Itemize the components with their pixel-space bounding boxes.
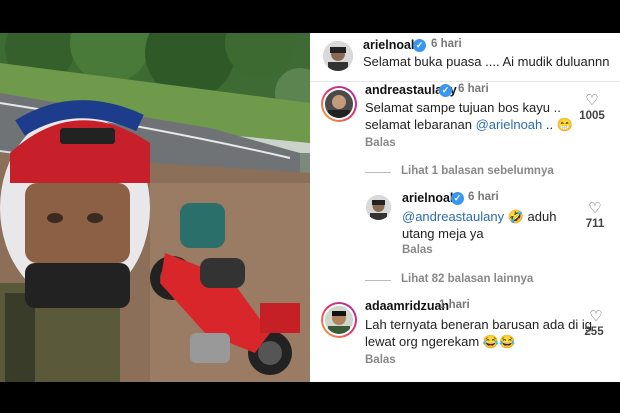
comment-text-line-2: lewat org ngerekam 😂😂 (365, 334, 516, 349)
post-caption: Selamat buka puasa .... Ai mudik duluann… (363, 54, 610, 69)
reply-button[interactable]: Balas (365, 137, 396, 149)
post-author-avatar[interactable] (323, 41, 353, 71)
reply-text: 🤣 aduh (504, 209, 557, 224)
comment-text-line-2: selamat lebaranan @arielnoah .. 😁 (365, 116, 573, 133)
reply-avatar[interactable] (366, 195, 391, 220)
post-author-username[interactable]: arielnoah (363, 38, 419, 52)
comment-avatar[interactable] (325, 306, 353, 334)
replies-line (365, 172, 391, 173)
comment-time: 6 hari (458, 83, 489, 95)
heart-icon[interactable]: ♡ (585, 201, 605, 216)
comment-avatar[interactable] (325, 90, 353, 118)
view-previous-replies[interactable]: Lihat 1 balasan sebelumnya (401, 165, 554, 177)
replies-line (365, 280, 391, 281)
reply-button[interactable]: Balas (402, 244, 433, 256)
comment-text: .. 😁 (542, 117, 573, 132)
comment-username[interactable]: adaamridzuan (365, 299, 449, 313)
verified-badge-icon: ✓ (413, 39, 426, 52)
reply-text-line-1: @andreastaulany 🤣 aduh (402, 208, 556, 225)
reply-text-line-2: utang meja ya (402, 226, 484, 241)
reply-time: 6 hari (468, 191, 499, 203)
heart-icon[interactable]: ♡ (586, 309, 606, 324)
header-divider (310, 81, 620, 82)
like-count[interactable]: 1005 (575, 110, 609, 122)
verified-badge-icon: ✓ (451, 192, 464, 205)
comment-text-line-1: Lah ternyata beneran barusan ada di ig (365, 317, 592, 332)
screenshot-frame: arielnoah ✓ 6 hari Selamat buka puasa ..… (0, 0, 620, 413)
comments-panel: arielnoah ✓ 6 hari Selamat buka puasa ..… (310, 33, 620, 382)
heart-icon[interactable]: ♡ (582, 93, 602, 108)
comment-text: selamat lebaranan (365, 117, 476, 132)
comment-text-line-1: Selamat sampe tujuan bos kayu .. (365, 100, 561, 115)
post-time: 6 hari (431, 38, 462, 50)
post-photo (0, 33, 310, 382)
like-count[interactable]: 711 (578, 218, 612, 230)
mention-link[interactable]: @andreastaulany (402, 209, 504, 224)
selfie-motorcycle-image (0, 33, 310, 382)
view-more-replies[interactable]: Lihat 82 balasan lainnya (401, 273, 533, 285)
reply-username[interactable]: arielnoah (402, 191, 458, 205)
comment-time: 1 hari (439, 299, 470, 311)
reply-button[interactable]: Balas (365, 354, 396, 366)
verified-badge-icon: ✓ (439, 84, 452, 97)
like-count[interactable]: 255 (577, 326, 611, 338)
mention-link[interactable]: @arielnoah (476, 117, 543, 132)
